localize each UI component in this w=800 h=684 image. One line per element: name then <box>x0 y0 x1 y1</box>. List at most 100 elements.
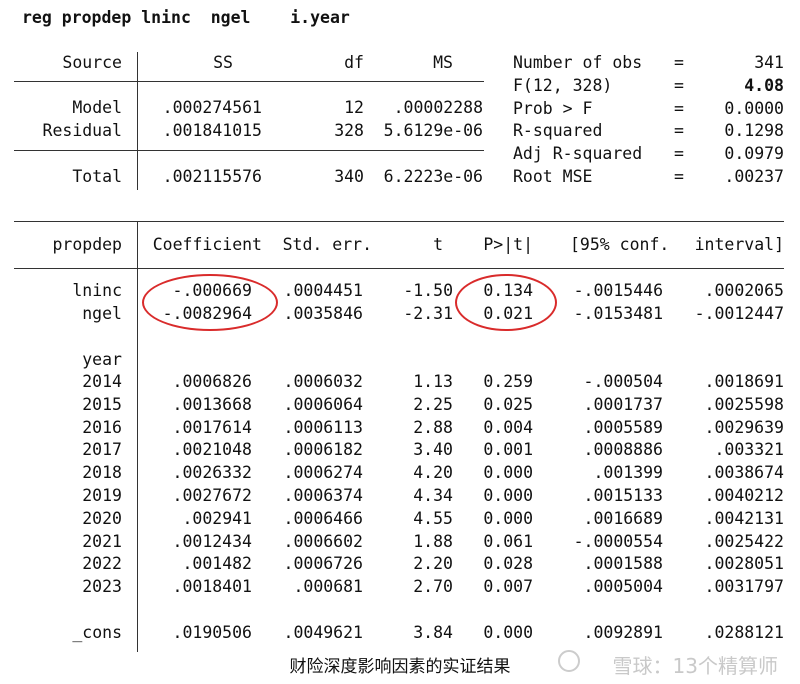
stat-value: .00237 <box>724 167 784 186</box>
stat-eq: = <box>674 53 684 72</box>
watermark: 雪球：13个精算师 <box>612 654 778 678</box>
se-value: .0049621 <box>283 623 363 642</box>
anova-header-ss: SS <box>213 53 233 72</box>
anova-header-df: df <box>344 53 364 72</box>
t-value: 2.25 <box>413 395 453 414</box>
stat-label: Adj R-squared <box>513 144 643 163</box>
ci-low: .0008886 <box>583 440 663 459</box>
var-name: 2017 <box>82 440 122 459</box>
ci-high: .0028051 <box>704 554 784 573</box>
coef-vertical-rule <box>137 222 138 652</box>
coef-value: .0017614 <box>172 418 252 437</box>
ci-low: .0001588 <box>583 554 663 573</box>
ci-high: .0288121 <box>704 623 784 642</box>
coef-header-ci-high: interval] <box>694 235 784 254</box>
p-value: 0.028 <box>483 554 533 573</box>
pvalue-highlight-oval <box>455 274 557 331</box>
var-name: lninc <box>72 281 122 300</box>
ci-low: .001399 <box>593 463 663 482</box>
t-value: 4.20 <box>413 463 453 482</box>
stat-eq: = <box>674 167 684 186</box>
t-value: 1.13 <box>413 372 453 391</box>
ci-high: .0040212 <box>704 486 784 505</box>
ci-low: -.0000554 <box>573 532 663 551</box>
coef-value: .0190506 <box>172 623 252 642</box>
var-name: ngel <box>82 304 122 323</box>
anova-row-total-df: 340 <box>334 167 364 186</box>
coef-header-ci-low: [95% conf. <box>570 235 670 254</box>
coef-top-rule <box>14 221 784 222</box>
anova-row-residual-ss: .001841015 <box>162 121 262 140</box>
stat-label: R-squared <box>513 121 603 140</box>
se-value: .0006274 <box>283 463 363 482</box>
coef-value: .002941 <box>182 509 252 528</box>
coef-value: .0012434 <box>172 532 252 551</box>
anova-row-residual-df: 328 <box>334 121 364 140</box>
anova-row-model-source: Model <box>72 98 122 117</box>
se-value: .0006032 <box>283 372 363 391</box>
var-name: 2014 <box>82 372 122 391</box>
stat-value: 341 <box>754 53 784 72</box>
stat-label: Prob > F <box>513 99 593 118</box>
ci-high: .0025598 <box>704 395 784 414</box>
se-value: .0006113 <box>283 418 363 437</box>
ci-high: -.0012447 <box>694 304 784 323</box>
p-value: 0.004 <box>483 418 533 437</box>
snowball-logo-icon <box>558 650 580 672</box>
var-name: 2018 <box>82 463 122 482</box>
ci-low: .0001737 <box>583 395 663 414</box>
p-value: 0.259 <box>483 372 533 391</box>
se-value: .0006374 <box>283 486 363 505</box>
p-value: 0.000 <box>483 509 533 528</box>
p-value: 0.000 <box>483 463 533 482</box>
coef-header-rule <box>14 268 784 269</box>
t-value: 1.88 <box>413 532 453 551</box>
anova-row-model-ms: .00002288 <box>393 98 483 117</box>
se-value: .0006466 <box>283 509 363 528</box>
ci-high: .0002065 <box>704 281 784 300</box>
ci-low: .0015133 <box>583 486 663 505</box>
anova-total-rule <box>14 150 484 151</box>
stat-eq: = <box>674 99 684 118</box>
stat-eq: = <box>674 121 684 140</box>
coef-value: .0006826 <box>172 372 252 391</box>
anova-vertical-rule <box>137 52 138 190</box>
se-value: .0006182 <box>283 440 363 459</box>
ci-low: -.0015446 <box>573 281 663 300</box>
ci-high: .0042131 <box>704 509 784 528</box>
var-name: 2021 <box>82 532 122 551</box>
stat-eq: = <box>674 144 684 163</box>
se-value: .000681 <box>293 577 363 596</box>
t-value: -2.31 <box>403 304 453 323</box>
ci-low: -.0153481 <box>573 304 663 323</box>
anova-row-total-ms: 6.2223e-06 <box>383 167 483 186</box>
var-name: 2022 <box>82 554 122 573</box>
anova-row-model-df: 12 <box>344 98 364 117</box>
ci-high: .0025422 <box>704 532 784 551</box>
t-value: 3.84 <box>413 623 453 642</box>
t-value: 4.55 <box>413 509 453 528</box>
coefficient-highlight-oval <box>142 274 278 331</box>
t-value: 2.88 <box>413 418 453 437</box>
ci-high: .0031797 <box>704 577 784 596</box>
stat-value: 4.08 <box>744 76 784 95</box>
year-group-label: year <box>82 350 122 369</box>
p-value: 0.007 <box>483 577 533 596</box>
t-value: -1.50 <box>403 281 453 300</box>
t-value: 3.40 <box>413 440 453 459</box>
ci-high: .0038674 <box>704 463 784 482</box>
var-name: 2023 <box>82 577 122 596</box>
var-name: 2020 <box>82 509 122 528</box>
stat-value: 0.0000 <box>724 99 784 118</box>
stat-label: Root MSE <box>513 167 593 186</box>
coef-value: .0013668 <box>172 395 252 414</box>
t-value: 2.70 <box>413 577 453 596</box>
coef-value: .0026332 <box>172 463 252 482</box>
var-name: 2016 <box>82 418 122 437</box>
ci-high: .003321 <box>714 440 784 459</box>
coef-value: .0021048 <box>172 440 252 459</box>
ci-low: .0092891 <box>583 623 663 642</box>
coef-value: .0018401 <box>172 577 252 596</box>
coef-value: .0027672 <box>172 486 252 505</box>
coef-header-depvar: propdep <box>52 235 122 254</box>
